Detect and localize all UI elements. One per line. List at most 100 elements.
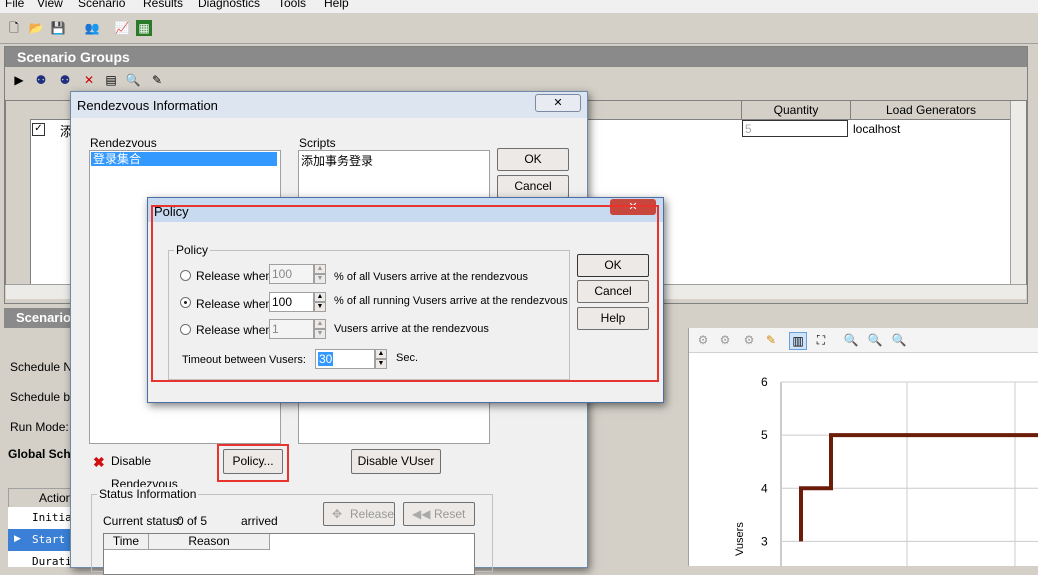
quantity-input[interactable]: 5 xyxy=(742,120,848,137)
policy-ok-button[interactable]: OK xyxy=(577,254,649,277)
load-generator-cell: localhost xyxy=(853,122,901,136)
scenario-groups-title: Scenario Groups xyxy=(5,47,1027,67)
release-when-label: Release when xyxy=(196,297,273,311)
policy-help-button[interactable]: Help xyxy=(577,307,649,330)
disable-vuser-button[interactable]: Disable VUser xyxy=(351,449,441,474)
time-column-header[interactable]: Time xyxy=(104,534,149,550)
spin-up-icon[interactable]: ▲ xyxy=(375,349,387,359)
release-button[interactable]: ✥ Release xyxy=(323,502,395,526)
release-all-vusers-radio[interactable] xyxy=(180,270,191,281)
rendezvous-title: Rendezvous Information xyxy=(77,98,218,113)
schedule-by-label: Schedule by xyxy=(10,390,77,404)
remove-group-icon[interactable]: ✕ xyxy=(81,72,97,88)
group-enabled-checkbox[interactable]: ✓ xyxy=(32,123,45,136)
run-mode-label: Run Mode: xyxy=(10,420,69,434)
row-headers xyxy=(6,119,31,284)
vuser-icon[interactable]: 👥 xyxy=(84,20,100,36)
add-vusers-icon[interactable]: ⚉ xyxy=(57,72,73,88)
vusers-chart: 3 4 5 6 Vusers xyxy=(734,375,1038,566)
reason-column-header[interactable]: Reason xyxy=(149,534,270,550)
menu-view[interactable]: View xyxy=(37,0,63,10)
split-icon[interactable]: ⚙ xyxy=(717,332,733,348)
release-running-vusers-radio[interactable] xyxy=(180,297,191,308)
run-icon[interactable]: ▶ xyxy=(11,72,27,88)
release-count-vusers-text: Vusers arrive at the rendezvous xyxy=(334,323,489,335)
menu-scenario[interactable]: Scenario xyxy=(78,0,125,10)
current-status-value: 0 of 5 xyxy=(177,514,208,528)
reset-button[interactable]: ◀◀ Reset xyxy=(403,502,475,526)
menu-tools[interactable]: Tools xyxy=(278,0,306,10)
groups-vertical-scrollbar[interactable] xyxy=(1010,101,1026,284)
spin-down-icon[interactable]: ▼ xyxy=(314,329,326,339)
view-script-icon[interactable]: 🔍 xyxy=(125,72,141,88)
spin-down-icon[interactable]: ▼ xyxy=(314,274,326,284)
spin-up-icon[interactable]: ▲ xyxy=(314,292,326,302)
timeout-input[interactable]: 30 xyxy=(315,349,375,369)
zoom-in-icon[interactable]: 🔍 xyxy=(843,332,859,348)
release-icon: ✥ xyxy=(332,507,343,521)
graph-toolbar: ⚙ ⚙ ⚙ ✎ ▥ ⛶ 🔍 🔍 🔍 xyxy=(689,328,1038,353)
menu-file[interactable]: File xyxy=(5,0,24,10)
main-toolbar: 🗋 📂 💾 👥 📈 ▦ xyxy=(0,13,1038,44)
status-table: Time Reason xyxy=(103,533,475,575)
spin-up-icon[interactable]: ▲ xyxy=(314,319,326,329)
schedule-graph-panel: ⚙ ⚙ ⚙ ✎ ▥ ⛶ 🔍 🔍 🔍 3 4 5 6 Vusers xyxy=(688,328,1038,566)
rendezvous-label: Rendezvous xyxy=(90,136,157,150)
policy-button-highlight xyxy=(217,444,289,482)
pencil-icon[interactable]: ✎ xyxy=(763,332,779,348)
column-quantity[interactable]: Quantity xyxy=(741,101,850,119)
rendezvous-ok-button[interactable]: OK xyxy=(497,148,569,171)
menu-diagnostics[interactable]: Diagnostics xyxy=(198,0,260,10)
release-when-label: Release when xyxy=(196,323,273,337)
zoom-out-icon[interactable]: 🔍 xyxy=(867,332,883,348)
fit-icon[interactable]: ⛶ xyxy=(813,332,829,348)
groups-toolbar: ▶ ⚉ ⚉ ✕ ▤ 🔍 ✎ xyxy=(9,70,209,90)
disable-rendezvous-button[interactable]: ✖ Disable Rendezvous xyxy=(88,449,215,491)
global-schedule-label: Global Sch xyxy=(8,447,71,461)
menu-results[interactable]: Results xyxy=(143,0,183,10)
policy-group-label: Policy xyxy=(174,243,211,257)
edit-icon[interactable]: ✎ xyxy=(149,72,165,88)
spin-down-icon[interactable]: ▼ xyxy=(375,359,387,369)
release-count-vusers-radio[interactable] xyxy=(180,324,191,335)
policy-dialog: Policy ✕ Policy Release when 100 ▲ ▼ % o… xyxy=(147,197,664,403)
arrived-label: arrived xyxy=(241,514,278,528)
open-icon[interactable]: 📂 xyxy=(28,20,44,36)
close-icon[interactable]: ✕ xyxy=(535,94,581,112)
script-item[interactable]: 添加事务登录 xyxy=(301,152,373,169)
menu-help[interactable]: Help xyxy=(324,0,349,10)
release-running-vusers-text: % of all running Vusers arrive at the re… xyxy=(334,295,568,307)
y-tick-label: 5 xyxy=(761,428,768,442)
rendezvous-item-selected[interactable]: 登录集合 xyxy=(91,152,277,166)
timeout-unit-label: Sec. xyxy=(396,352,419,364)
current-status-label: Current status: xyxy=(103,514,182,528)
zoom-reset-icon[interactable]: 🔍 xyxy=(891,332,907,348)
y-axis-label: Vusers xyxy=(734,522,746,556)
disable-x-icon: ✖ xyxy=(93,454,105,470)
edit-action-icon[interactable]: ⚙ xyxy=(695,332,711,348)
details-icon[interactable]: ▤ xyxy=(103,72,119,88)
menu-bar: File View Scenario Results Diagnostics T… xyxy=(0,0,1038,13)
legend-icon[interactable]: ▥ xyxy=(789,332,807,350)
y-tick-label: 4 xyxy=(761,481,768,495)
release-running-percent-input[interactable]: 100 xyxy=(269,292,314,312)
new-icon[interactable]: 🗋 xyxy=(6,20,22,36)
y-tick-label: 6 xyxy=(761,375,768,389)
rendezvous-title-bar: Rendezvous Information ✕ xyxy=(71,92,587,118)
release-count-input[interactable]: 1 xyxy=(269,319,314,339)
column-load-generators[interactable]: Load Generators xyxy=(850,101,1011,119)
scripts-label: Scripts xyxy=(299,136,336,150)
policy-cancel-button[interactable]: Cancel xyxy=(577,280,649,303)
save-icon[interactable]: 💾 xyxy=(50,20,66,36)
spin-up-icon[interactable]: ▲ xyxy=(314,264,326,274)
delete-icon[interactable]: ⚙ xyxy=(741,332,757,348)
rendezvous-cancel-button[interactable]: Cancel xyxy=(497,175,569,198)
grid-icon[interactable]: ▦ xyxy=(136,20,152,36)
status-information-label: Status Information xyxy=(97,487,199,501)
release-all-percent-input[interactable]: 100 xyxy=(269,264,314,284)
reset-icon: ◀◀ xyxy=(412,507,431,521)
spin-down-icon[interactable]: ▼ xyxy=(314,302,326,312)
analysis-icon[interactable]: 📈 xyxy=(114,20,130,36)
schedule-name-label: Schedule N xyxy=(10,360,73,374)
vusers-icon[interactable]: ⚉ xyxy=(33,72,49,88)
